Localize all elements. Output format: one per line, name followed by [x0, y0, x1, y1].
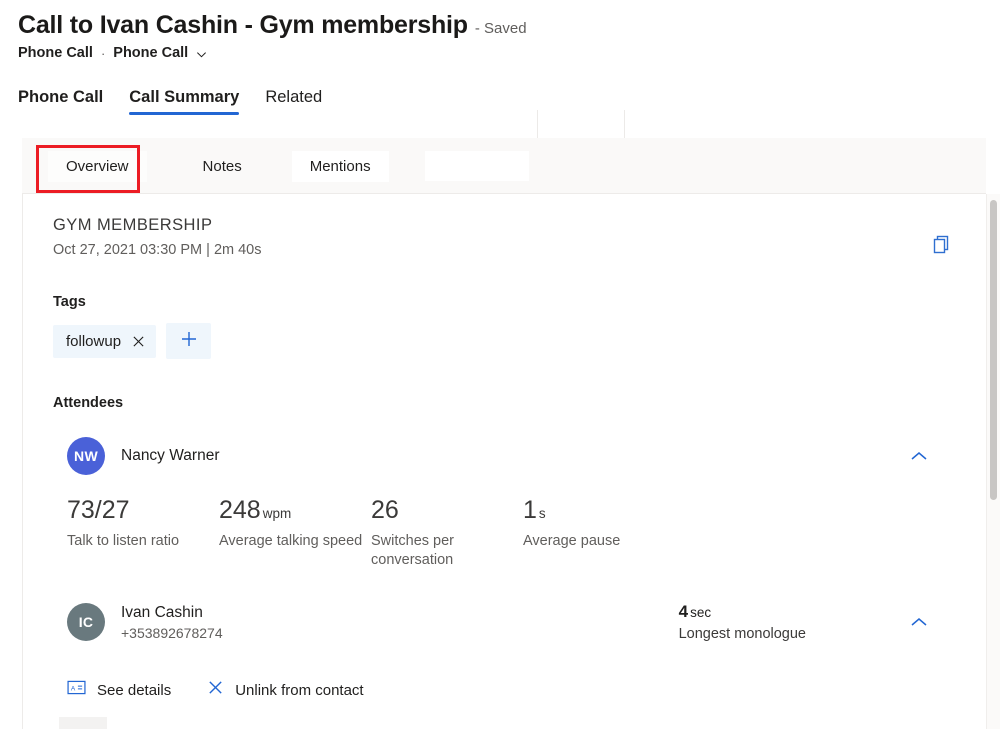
action-label: Unlink from contact [235, 682, 363, 699]
tab-phone-call[interactable]: Phone Call [18, 88, 103, 115]
attendee-phone: +353892678274 [121, 625, 223, 641]
scrollbar-thumb[interactable] [990, 200, 997, 500]
svg-text:A: A [71, 685, 76, 692]
contact-card-icon: A [67, 680, 86, 700]
stat-unit: wpm [263, 507, 292, 522]
stat-label: Average talking speed [219, 532, 363, 552]
call-summary-page: Call to Ivan Cashin - Gym membership - S… [0, 0, 1000, 729]
stat-switches-per-conversation: 26 Switches per conversation [371, 497, 523, 571]
stat-label: Talk to listen ratio [67, 532, 211, 552]
avatar-initials: NW [74, 448, 98, 464]
page-title: Call to Ivan Cashin - Gym membership [18, 10, 468, 40]
panel-bottom-stub [59, 717, 107, 729]
chevron-up-icon[interactable] [904, 441, 934, 471]
chevron-down-icon[interactable] [196, 49, 207, 60]
tag-chip[interactable]: followup [53, 325, 156, 358]
stat-talk-listen-ratio: 73/27 Talk to listen ratio [67, 497, 219, 571]
tab-related[interactable]: Related [265, 88, 322, 115]
attendee-row: NW Nancy Warner [53, 437, 956, 475]
stat-value: 248 [219, 497, 261, 525]
tag-label: followup [66, 333, 121, 350]
record-header: Call to Ivan Cashin - Gym membership - S… [0, 0, 1000, 61]
avatar: IC [67, 603, 105, 641]
overview-panel: GYM MEMBERSHIP Oct 27, 2021 03:30 PM | 2… [22, 194, 992, 729]
sub-tab-overview[interactable]: Overview [48, 151, 147, 182]
copy-icon[interactable] [928, 230, 956, 258]
sub-tab-mentions[interactable]: Mentions [292, 151, 389, 182]
stat-value: 1 [523, 497, 537, 525]
avatar-initials: IC [79, 614, 94, 630]
close-icon [207, 679, 224, 701]
stat-label: Longest monologue [679, 625, 806, 645]
stat-value: 4 [679, 603, 688, 622]
entity-type-label: Phone Call [18, 45, 93, 61]
sub-tab-bar: Overview Notes Mentions [22, 138, 1000, 194]
avatar: NW [67, 437, 105, 475]
attendee-stats: 73/27 Talk to listen ratio 248 wpm Avera… [53, 497, 956, 571]
right-edge-filler [986, 0, 1000, 194]
stat-label: Switches per conversation [371, 532, 515, 571]
stat-unit: s [539, 507, 546, 522]
stat-longest-monologue: 4 sec Longest monologue [679, 603, 806, 645]
attendee-name: Ivan Cashin [121, 603, 223, 622]
header-divider-2 [624, 110, 625, 138]
attendee-name: Nancy Warner [121, 447, 219, 465]
unlink-from-contact-button[interactable]: Unlink from contact [207, 679, 363, 701]
breadcrumb-separator: · [101, 46, 105, 61]
header-divider-1 [537, 110, 538, 138]
tag-list: followup [53, 323, 956, 359]
plus-icon [179, 329, 199, 354]
form-name-label: Phone Call [113, 45, 188, 61]
tab-call-summary[interactable]: Call Summary [129, 88, 239, 115]
stat-label: Average pause [523, 532, 667, 552]
tags-section-title: Tags [53, 294, 956, 310]
stat-average-talking-speed: 248 wpm Average talking speed [219, 497, 371, 571]
close-icon[interactable] [132, 335, 145, 348]
add-tag-button[interactable] [166, 323, 211, 359]
stat-value: 26 [371, 497, 399, 525]
stat-average-pause: 1 s Average pause [523, 497, 675, 571]
title-row: Call to Ivan Cashin - Gym membership - S… [18, 10, 1000, 40]
sub-tab-notes[interactable]: Notes [185, 151, 260, 182]
attendees-section-title: Attendees [53, 395, 956, 411]
stat-unit: sec [690, 606, 711, 621]
attendee-actions: A See details Unlink from contact [53, 679, 956, 701]
breadcrumb: Phone Call · Phone Call [18, 45, 1000, 61]
sub-tab-placeholder[interactable] [425, 151, 529, 181]
saved-status: - Saved [475, 20, 527, 37]
stat-value: 73/27 [67, 497, 130, 525]
call-meta: Oct 27, 2021 03:30 PM | 2m 40s [53, 242, 956, 258]
chevron-up-icon[interactable] [904, 607, 934, 637]
primary-tab-bar: Phone Call Call Summary Related [0, 81, 1000, 115]
call-title: GYM MEMBERSHIP [53, 216, 956, 235]
action-label: See details [97, 682, 171, 699]
attendee-info: Ivan Cashin +353892678274 [121, 603, 223, 641]
see-details-button[interactable]: A See details [67, 680, 171, 700]
attendee-row: IC Ivan Cashin +353892678274 4 sec Longe… [53, 603, 956, 641]
